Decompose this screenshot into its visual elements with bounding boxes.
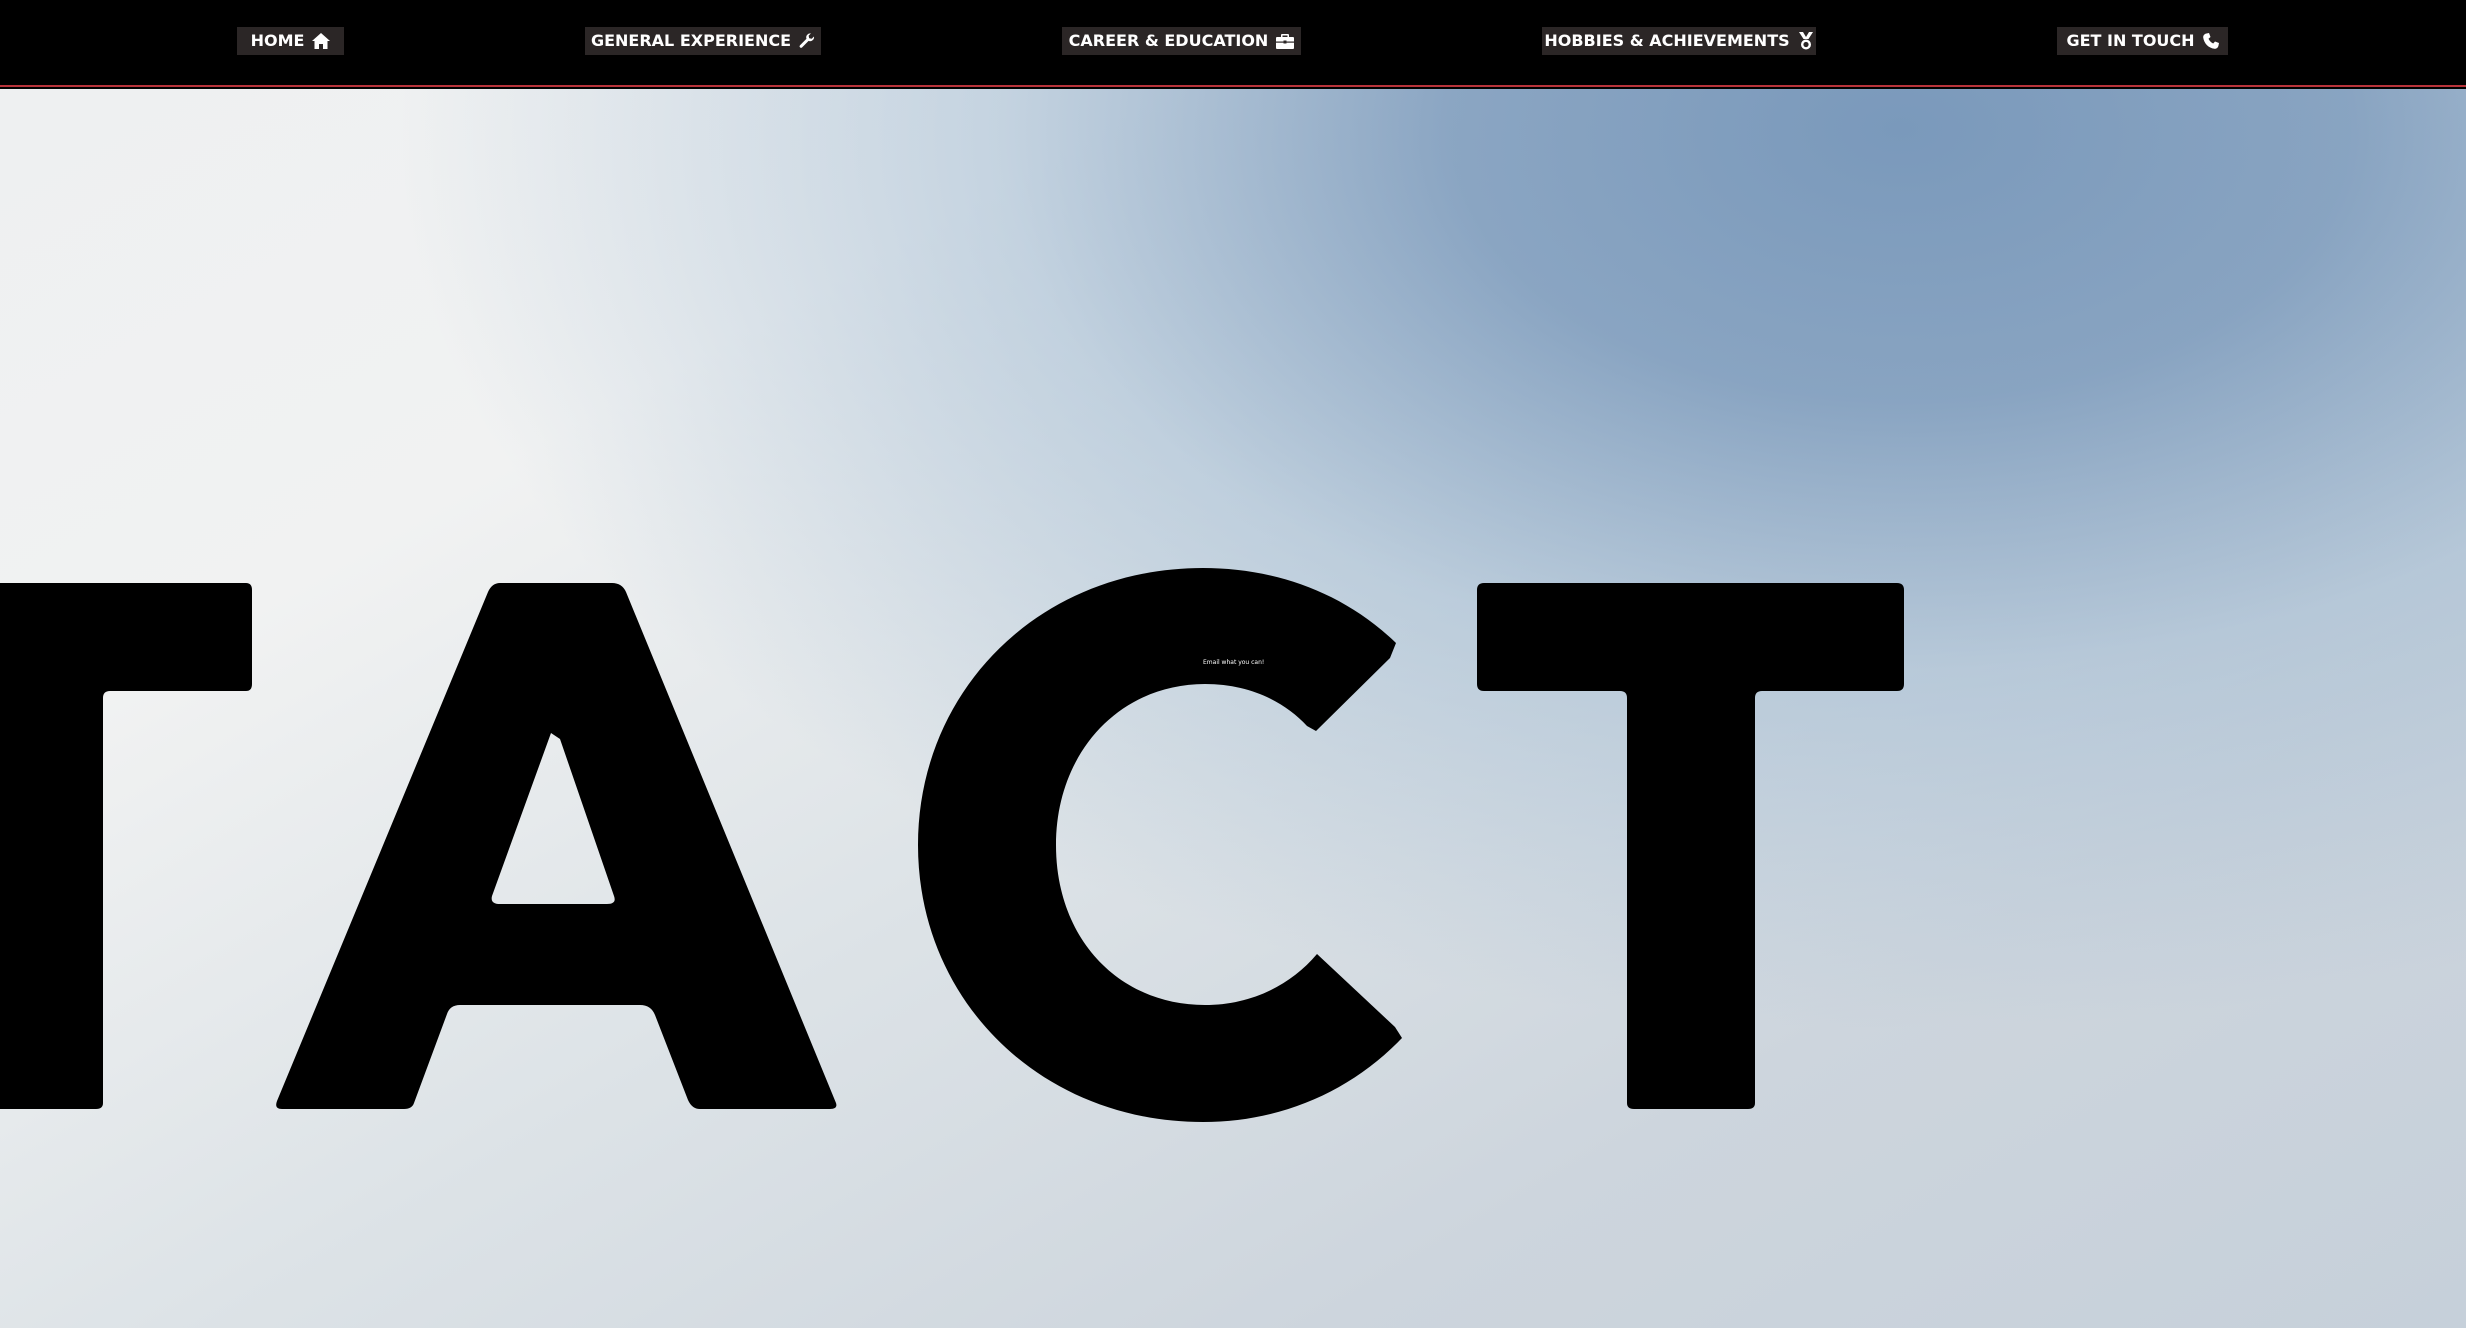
nav-hobbies-achievements-button[interactable]: HOBBIES & ACHIEVEMENTS	[1542, 27, 1816, 55]
nav-career-label: CAREER & EDUCATION	[1068, 31, 1269, 50]
nav-general-label: GENERAL EXPERIENCE	[590, 31, 792, 50]
top-navbar: HOME GENERAL EXPERIENCE CAREER & EDUCATI…	[0, 0, 2466, 87]
nav-contact-label: GET IN TOUCH	[2066, 31, 2195, 50]
wrench-icon	[799, 33, 815, 49]
hero-letter-t-right: T	[1477, 583, 1904, 1109]
hero-section: T A C T Email what you can!	[0, 89, 2466, 1328]
hero-title-letters: T A C T	[0, 568, 1904, 1122]
hero-tagline: Email what you can!	[1203, 659, 1265, 666]
home-icon	[312, 33, 331, 49]
nav-general-experience-button[interactable]: GENERAL EXPERIENCE	[585, 27, 821, 55]
nav-career-education-button[interactable]: CAREER & EDUCATION	[1062, 27, 1301, 55]
medal-icon	[1798, 32, 1814, 50]
nav-home-button[interactable]: HOME	[237, 27, 344, 55]
nav-get-in-touch-button[interactable]: GET IN TOUCH	[2057, 27, 2228, 55]
hero-letter-c: C	[918, 568, 1402, 1122]
nav-hobbies-label: HOBBIES & ACHIEVEMENTS	[1544, 31, 1790, 50]
hero-letter-t-left: T	[0, 583, 252, 1109]
nav-home-label: HOME	[250, 31, 305, 50]
phone-icon	[2202, 33, 2219, 49]
briefcase-icon	[1276, 33, 1295, 49]
hero-letter-a: A	[276, 583, 837, 1109]
